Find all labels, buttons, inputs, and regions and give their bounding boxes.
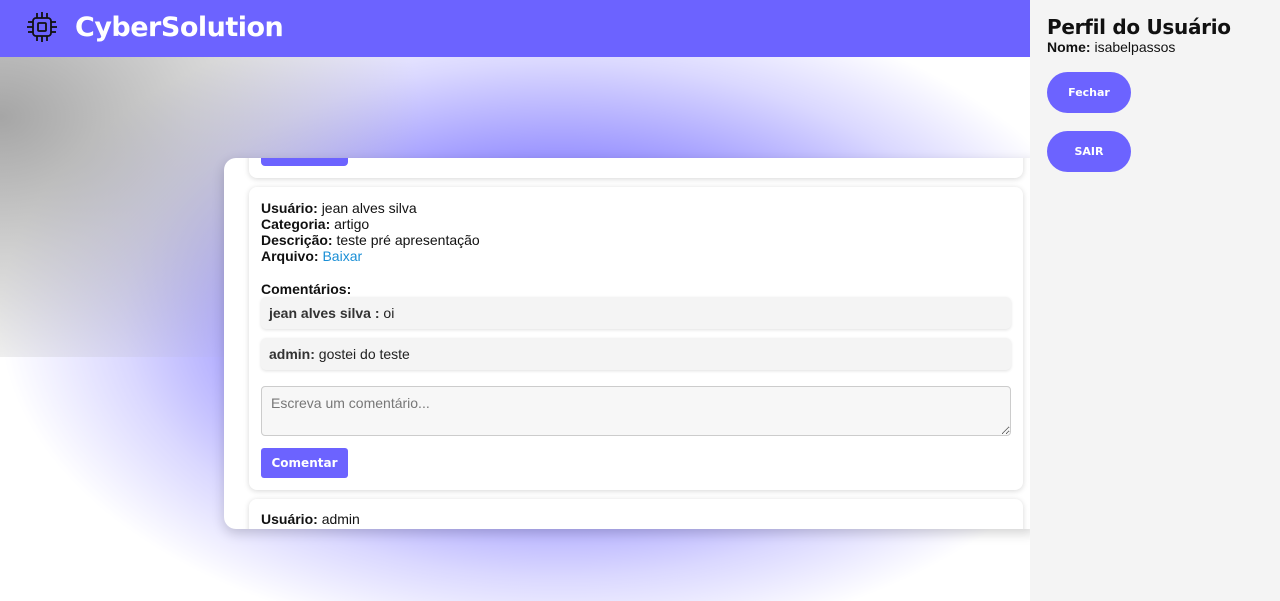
comment-item: jean alves silva : oi xyxy=(261,297,1011,329)
comment-text: oi xyxy=(383,305,395,321)
profile-name: Nome: isabelpassos xyxy=(1047,39,1263,55)
comment-author: jean alves silva : xyxy=(269,305,380,321)
download-link[interactable]: Baixar xyxy=(322,248,362,264)
comment-input[interactable] xyxy=(261,386,1011,436)
comment-button[interactable]: Comentar xyxy=(261,448,348,478)
field-value: teste pré apresentação xyxy=(336,232,480,248)
post-category: Categoria: artigo xyxy=(261,216,1011,232)
comment-item: admin: gostei do teste xyxy=(261,338,1011,370)
field-label: Nome: xyxy=(1047,39,1091,55)
posts-panel[interactable]: Usuário: jean alves silva Categoria: art… xyxy=(224,158,1034,529)
field-value: artigo xyxy=(334,216,370,232)
comment-author: admin: xyxy=(269,346,315,362)
profile-title: Perfil do Usuário xyxy=(1047,15,1231,39)
close-button[interactable]: Fechar xyxy=(1047,72,1131,113)
field-label: Arquivo: xyxy=(261,248,319,264)
field-label: Descrição: xyxy=(261,232,333,248)
post-description: Descrição: teste pré apresentação xyxy=(261,232,1011,248)
logout-button[interactable]: SAIR xyxy=(1047,131,1131,172)
profile-sidebar: Perfil do Usuário Nome: isabelpassos Fec… xyxy=(1030,0,1280,601)
brand-title[interactable]: CyberSolution xyxy=(75,12,284,43)
field-value: isabelpassos xyxy=(1094,39,1176,55)
post-card xyxy=(249,158,1023,178)
field-label: Usuário: xyxy=(261,200,318,216)
chip-icon[interactable] xyxy=(25,10,59,44)
comment-text: gostei do teste xyxy=(318,346,410,362)
post-user: Usuário: admin xyxy=(261,511,1011,527)
field-label: Categoria: xyxy=(261,216,331,232)
field-value: jean alves silva xyxy=(321,200,417,216)
post-card: Usuário: admin xyxy=(249,499,1023,529)
post-user: Usuário: jean alves silva xyxy=(261,200,1011,216)
post-card: Usuário: jean alves silva Categoria: art… xyxy=(249,187,1023,490)
field-value: admin xyxy=(321,511,360,527)
comments-title: Comentários: xyxy=(261,281,352,297)
field-label: Usuário: xyxy=(261,511,318,527)
post-file: Arquivo: Baixar xyxy=(261,248,1011,264)
comment-button[interactable] xyxy=(261,158,348,166)
